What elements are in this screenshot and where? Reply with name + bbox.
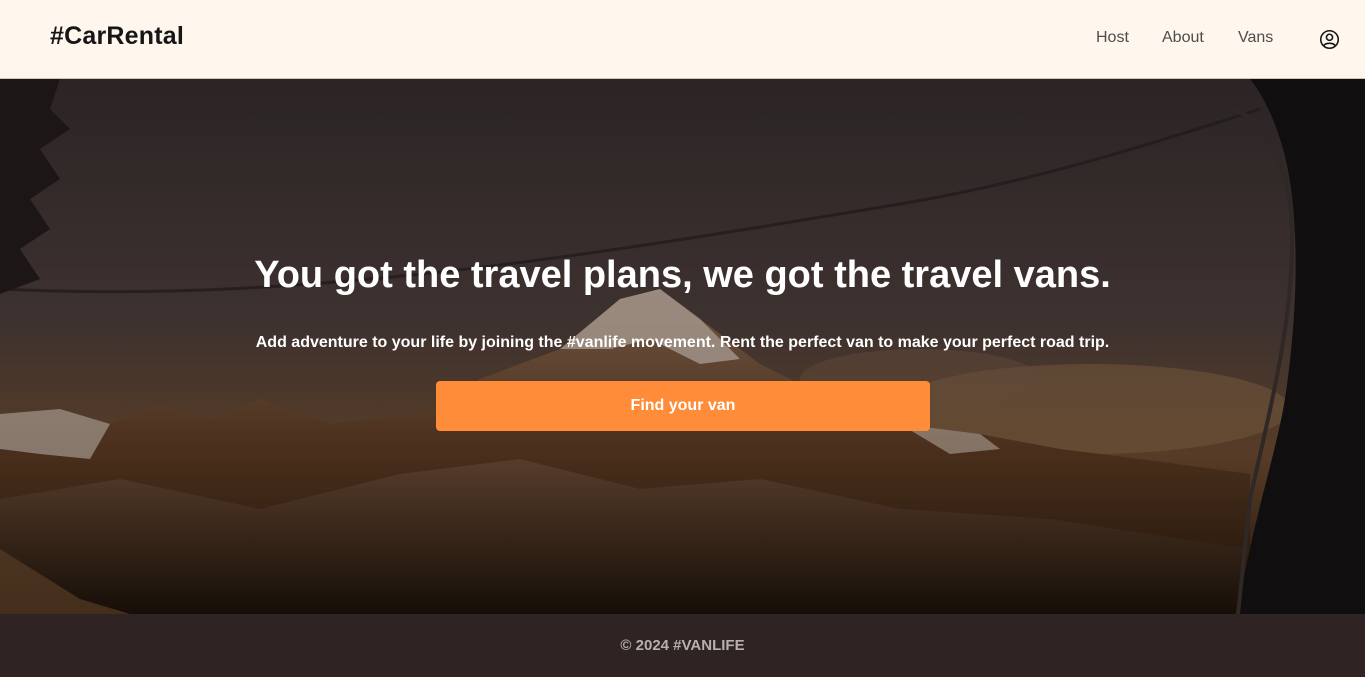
site-logo[interactable]: #CarRental <box>50 22 184 51</box>
nav-link-about[interactable]: About <box>1162 29 1204 47</box>
nav-link-vans[interactable]: Vans <box>1238 29 1273 47</box>
user-circle-icon[interactable] <box>1319 29 1340 50</box>
hero-section: You got the travel plans, we got the tra… <box>0 79 1365 614</box>
footer-copyright: © 2024 #VANLIFE <box>620 637 745 654</box>
site-footer: © 2024 #VANLIFE <box>0 614 1365 677</box>
site-header: #CarRental Host About Vans <box>0 0 1365 79</box>
hero-subtitle: Add adventure to your life by joining th… <box>255 334 1110 351</box>
hero-title: You got the travel plans, we got the tra… <box>254 254 1111 296</box>
find-your-van-button[interactable]: Find your van <box>436 381 930 431</box>
nav-link-host[interactable]: Host <box>1096 29 1129 47</box>
